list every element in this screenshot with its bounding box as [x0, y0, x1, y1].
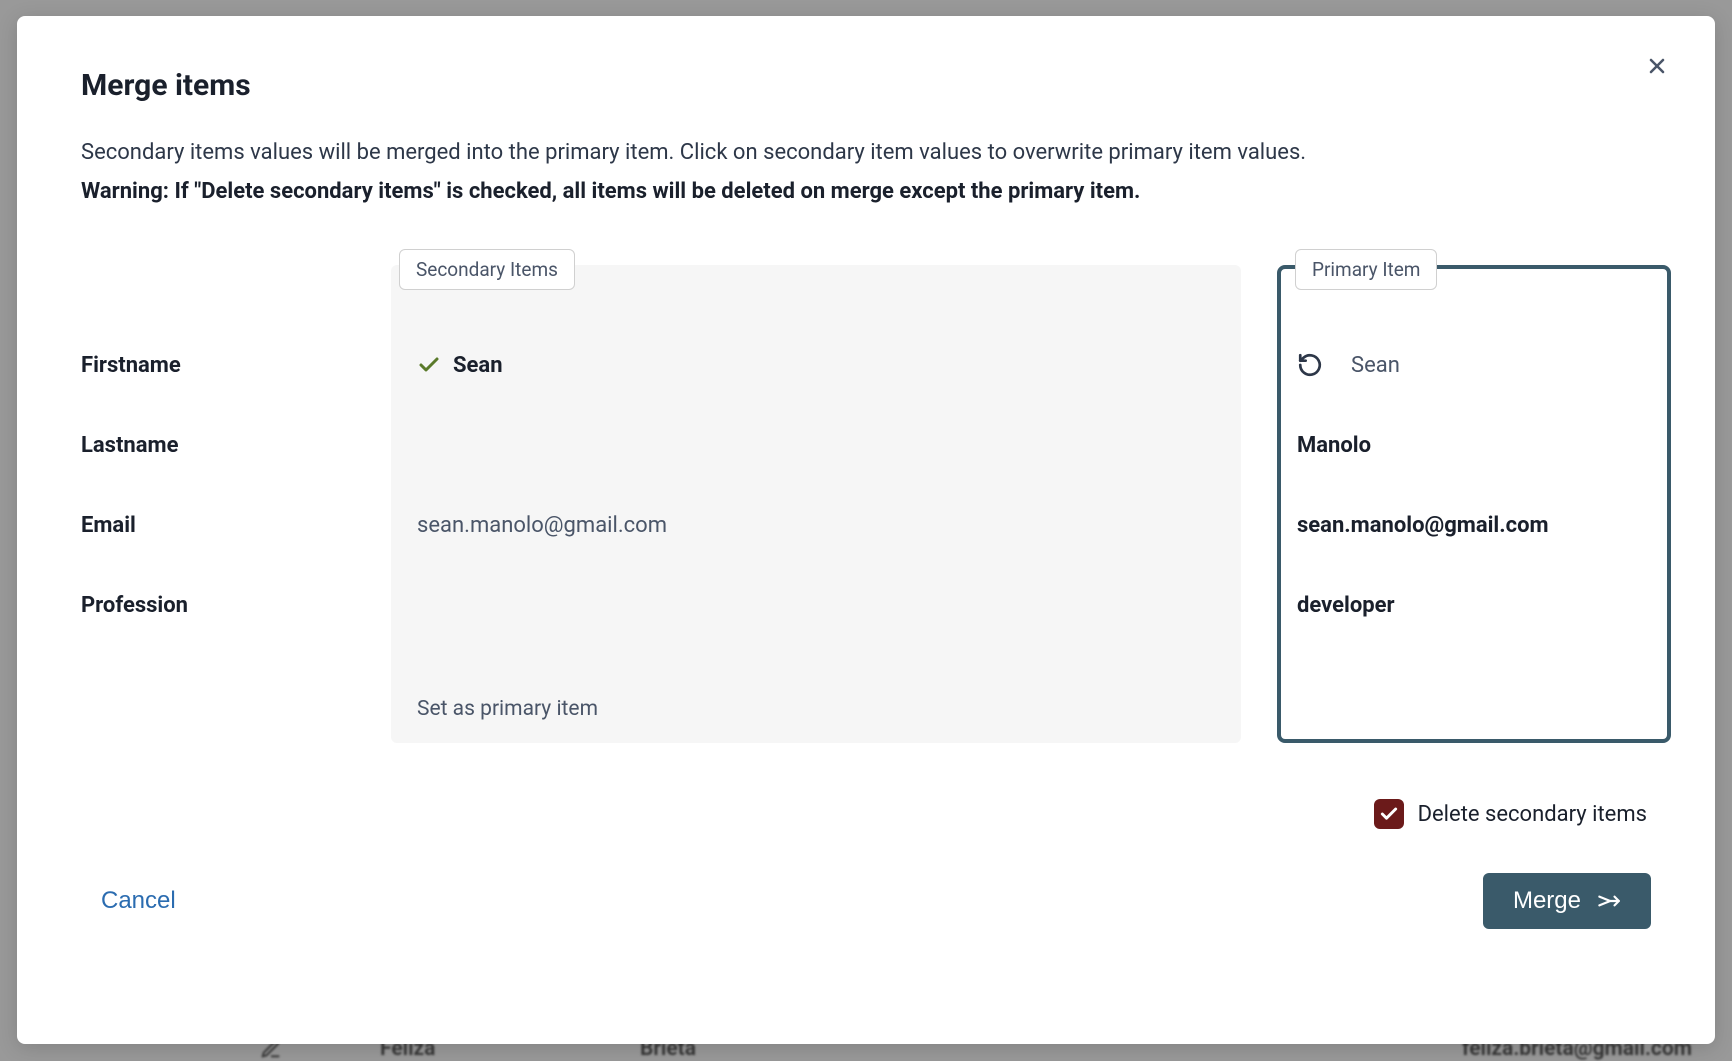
field-labels-column: Firstname Lastname Email Profession	[81, 265, 391, 743]
primary-lastname: Manolo	[1295, 405, 1653, 485]
primary-firstname-value: Sean	[1351, 353, 1400, 378]
secondary-profession[interactable]	[413, 565, 1219, 645]
secondary-email[interactable]: sean.manolo@gmail.com	[413, 485, 1219, 565]
primary-profession: developer	[1295, 565, 1653, 645]
close-button[interactable]	[1645, 54, 1673, 82]
primary-badge: Primary Item	[1295, 249, 1437, 290]
undo-icon[interactable]	[1297, 352, 1323, 378]
primary-lastname-value: Manolo	[1297, 433, 1371, 458]
field-label-firstname: Firstname	[81, 325, 391, 405]
merge-modal: Merge items Secondary items values will …	[17, 16, 1715, 1044]
set-primary-link[interactable]: Set as primary item	[413, 697, 1219, 721]
delete-checkbox-row: Delete secondary items	[81, 799, 1651, 829]
secondary-email-value: sean.manolo@gmail.com	[417, 513, 667, 538]
primary-email-value: sean.manolo@gmail.com	[1297, 513, 1549, 538]
modal-footer: Cancel Merge	[81, 873, 1651, 929]
merge-button-label: Merge	[1513, 887, 1581, 915]
secondary-lastname[interactable]	[413, 405, 1219, 485]
cancel-button[interactable]: Cancel	[101, 887, 176, 915]
check-icon	[417, 353, 441, 377]
modal-title: Merge items	[81, 68, 1651, 103]
delete-checkbox[interactable]	[1374, 799, 1404, 829]
secondary-firstname-value: Sean	[453, 353, 503, 378]
merge-button[interactable]: Merge	[1483, 873, 1651, 929]
field-label-email: Email	[81, 485, 391, 565]
primary-email: sean.manolo@gmail.com	[1295, 485, 1653, 565]
field-label-profession: Profession	[81, 565, 391, 645]
merge-grid: Firstname Lastname Email Profession Seco…	[81, 265, 1651, 743]
delete-checkbox-label: Delete secondary items	[1418, 802, 1647, 827]
modal-warning: Warning: If "Delete secondary items" is …	[81, 174, 1651, 209]
primary-profession-value: developer	[1297, 593, 1395, 618]
field-label-lastname: Lastname	[81, 405, 391, 485]
secondary-items-column: Secondary Items Sean sean.manolo@gmail.c…	[391, 265, 1241, 743]
modal-overlay: Merge items Secondary items values will …	[0, 0, 1732, 1060]
modal-description: Secondary items values will be merged in…	[81, 135, 1651, 170]
primary-firstname: Sean	[1295, 325, 1653, 405]
merge-arrow-icon	[1595, 888, 1621, 914]
primary-item-column: Primary Item Sean Manolo sean.manolo@gma…	[1277, 265, 1671, 743]
secondary-badge: Secondary Items	[399, 249, 575, 290]
secondary-firstname[interactable]: Sean	[413, 325, 1219, 405]
